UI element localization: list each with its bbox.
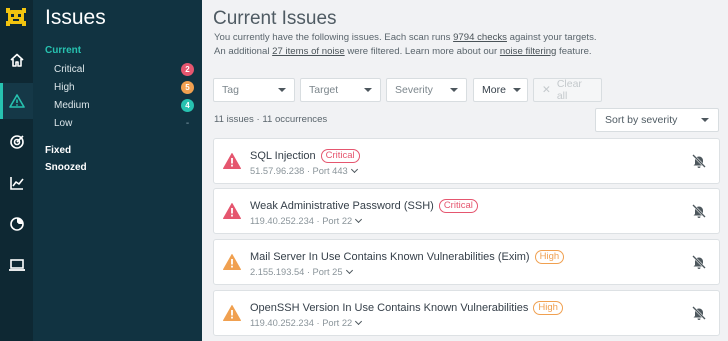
count-badge: 2 — [181, 62, 194, 76]
intro-text-part: feature. — [556, 45, 592, 57]
chevron-down-icon — [345, 266, 353, 275]
chevron-down-icon — [350, 165, 358, 174]
checks-link[interactable]: 9794 checks — [453, 32, 507, 43]
snooze-bell-icon[interactable] — [691, 254, 707, 270]
issue-location: 51.57.96.238 · Port 443 — [250, 166, 348, 176]
sidebar-item-label: Low — [54, 117, 73, 129]
sidebar-item-medium[interactable]: Medium 4 — [54, 97, 194, 113]
nav-devices[interactable] — [0, 247, 33, 283]
intro-text-part: An additional — [214, 45, 273, 57]
target-filter[interactable]: Target — [300, 78, 381, 102]
issue-location: 119.40.252.234 · Port 22 — [250, 318, 353, 328]
issue-card[interactable]: SQL Injection Critical 51.57.96.238 · Po… — [213, 138, 720, 184]
nav-reports[interactable] — [0, 165, 33, 201]
main-content: Current Issues You currently have the fo… — [202, 0, 728, 341]
logo-icon[interactable] — [5, 6, 27, 28]
page-title: Current Issues — [213, 8, 337, 29]
sidebar-item-label: High — [54, 81, 75, 93]
target-icon — [9, 135, 24, 149]
tag-filter[interactable]: Tag — [213, 78, 295, 102]
occurrence-toggle[interactable]: 119.40.252.234 · Port 22 — [250, 317, 363, 328]
severity-badge: Critical — [438, 199, 478, 213]
laptop-icon — [8, 259, 25, 271]
chevron-down-icon — [355, 215, 363, 224]
issue-title: Mail Server In Use Contains Known Vulner… — [250, 250, 565, 264]
sidebar-group-snoozed[interactable]: Snoozed — [45, 162, 87, 173]
icon-rail — [0, 0, 33, 341]
occurrence-toggle[interactable]: 119.40.252.234 · Port 22 — [250, 215, 363, 226]
severity-badge: Critical — [320, 149, 360, 163]
severity-filter-label: Severity — [395, 84, 433, 96]
chevron-down-icon — [355, 317, 363, 326]
nav-issues[interactable] — [0, 83, 33, 119]
snooze-bell-icon[interactable] — [691, 203, 707, 219]
issue-title: Weak Administrative Password (SSH) Criti… — [250, 199, 478, 213]
warning-icon — [223, 305, 241, 321]
count-badge: 4 — [181, 98, 194, 112]
warning-icon — [223, 153, 241, 169]
home-icon — [9, 53, 24, 67]
issue-count: 11 issues · 11 occurrences — [214, 114, 328, 125]
issue-title: OpenSSH Version In Use Contains Known Vu… — [250, 301, 563, 315]
count-badge: - — [185, 117, 190, 129]
issue-card[interactable]: Weak Administrative Password (SSH) Criti… — [213, 188, 720, 234]
issue-name: OpenSSH Version In Use Contains Known Vu… — [250, 302, 529, 314]
sidebar-title: Issues — [45, 6, 106, 29]
count-badge: 5 — [181, 80, 194, 94]
sidebar-group-fixed[interactable]: Fixed — [45, 145, 71, 156]
issue-title: SQL Injection Critical — [250, 149, 360, 163]
target-filter-label: Target — [309, 84, 339, 96]
snooze-bell-icon[interactable] — [691, 305, 707, 321]
issue-name: Mail Server In Use Contains Known Vulner… — [250, 251, 530, 263]
sort-label: Sort by severity — [605, 114, 678, 126]
warning-icon — [223, 254, 241, 270]
clear-all-label: Clear all — [556, 78, 582, 102]
noise-items-link[interactable]: 27 items of noise — [272, 46, 345, 57]
tag-filter-label: Tag — [222, 84, 239, 96]
more-filters-label: More — [482, 84, 506, 96]
issue-card[interactable]: OpenSSH Version In Use Contains Known Vu… — [213, 290, 720, 336]
chevron-down-icon — [364, 88, 372, 92]
occurrence-toggle[interactable]: 2.155.193.54 · Port 25 — [250, 266, 353, 277]
chevron-down-icon — [278, 88, 286, 92]
occurrence-toggle[interactable]: 51.57.96.238 · Port 443 — [250, 165, 358, 176]
intro-text: You currently have the following issues.… — [214, 31, 724, 58]
nav-home[interactable] — [0, 42, 33, 78]
chevron-down-icon — [450, 88, 458, 92]
severity-badge: High — [534, 250, 565, 264]
close-icon: ✕ — [542, 84, 551, 96]
intro-text-part: against your targets. — [506, 32, 597, 43]
issue-name: Weak Administrative Password (SSH) — [250, 200, 434, 212]
issue-card[interactable]: Mail Server In Use Contains Known Vulner… — [213, 239, 720, 285]
chart-icon — [9, 177, 24, 190]
intro-text-part: were filtered. Learn more about our — [344, 45, 500, 57]
nav-scans[interactable] — [0, 206, 33, 242]
severity-badge: High — [533, 301, 563, 315]
noise-filtering-link[interactable]: noise filtering — [500, 46, 557, 57]
sidebar-item-label: Critical — [54, 63, 85, 75]
warning-icon — [223, 203, 241, 219]
radar-icon — [9, 217, 24, 231]
intro-text-part: You currently have the following issues.… — [214, 32, 454, 43]
severity-filter[interactable]: Severity — [386, 78, 467, 102]
warning-icon — [8, 94, 25, 108]
nav-targets[interactable] — [0, 124, 33, 160]
chevron-down-icon — [701, 118, 709, 122]
sort-select[interactable]: Sort by severity — [595, 108, 719, 132]
sidebar-item-high[interactable]: High 5 — [54, 79, 194, 95]
issue-location: 2.155.193.54 · Port 25 — [250, 267, 343, 277]
issue-name: SQL Injection — [250, 150, 316, 162]
sidebar-item-label: Medium — [54, 99, 90, 111]
clear-all-button[interactable]: ✕ Clear all — [533, 78, 602, 102]
snooze-bell-icon[interactable] — [691, 153, 707, 169]
more-filters-button[interactable]: More — [473, 78, 528, 102]
chevron-down-icon — [512, 88, 521, 92]
sidebar-item-critical[interactable]: Critical 2 — [54, 61, 194, 77]
sidebar-item-low[interactable]: Low - — [54, 115, 194, 131]
sidebar-group-current[interactable]: Current — [45, 45, 81, 56]
issue-location: 119.40.252.234 · Port 22 — [250, 216, 353, 226]
issues-sidebar: Issues Current Critical 2 High 5 Medium … — [33, 0, 202, 341]
